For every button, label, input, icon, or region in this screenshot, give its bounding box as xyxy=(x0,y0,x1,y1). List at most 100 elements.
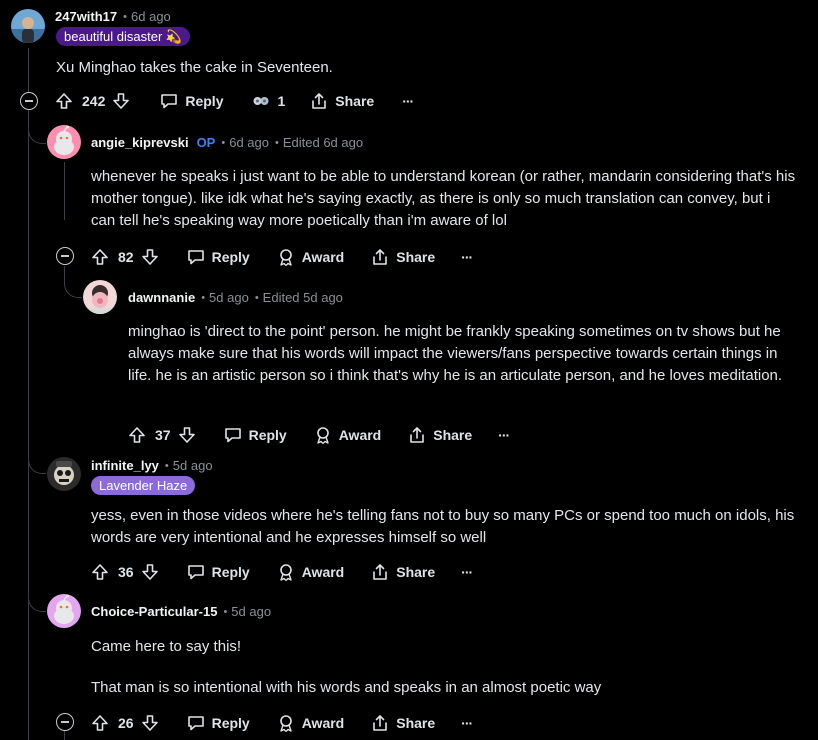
arrow-down-icon[interactable] xyxy=(140,713,160,733)
username[interactable]: dawnnanie xyxy=(128,290,195,305)
reply-label: Reply xyxy=(211,715,250,731)
award-button[interactable]: Award xyxy=(276,562,344,582)
award-ribbon-icon xyxy=(276,247,296,267)
share-label: Share xyxy=(335,93,375,109)
user-flair: beautiful disaster 💫 xyxy=(56,27,191,46)
arrow-up-icon[interactable] xyxy=(90,247,110,267)
vote-count: 37 xyxy=(155,427,171,443)
more-options-button[interactable]: ··· xyxy=(402,93,414,109)
share-icon xyxy=(370,247,390,267)
comment-body: Xu Minghao takes the cake in Seventeen. xyxy=(56,57,796,79)
comment-actions: 37 Reply Award Share ··· xyxy=(127,420,510,450)
more-options-button[interactable]: ··· xyxy=(461,249,473,265)
avatar[interactable] xyxy=(11,9,45,43)
edited-label: Edited 5d ago xyxy=(262,290,343,305)
share-label: Share xyxy=(396,715,436,731)
comment-paragraph: That man is so intentional with his word… xyxy=(91,679,602,696)
thread-line-level1 xyxy=(64,162,65,220)
award-button[interactable]: Award xyxy=(313,425,382,445)
separator-dot: • xyxy=(254,291,259,304)
share-icon xyxy=(370,562,390,582)
share-button[interactable]: Share xyxy=(370,713,435,733)
collapse-button[interactable] xyxy=(56,713,74,731)
speech-bubble-icon xyxy=(186,247,206,267)
thread-branch xyxy=(64,272,82,298)
reply-button[interactable]: Reply xyxy=(186,562,250,582)
award-label: Award xyxy=(301,715,345,731)
award-button[interactable]: 1 xyxy=(251,91,285,111)
more-options-button[interactable]: ··· xyxy=(461,564,473,580)
comment-meta: angie_kiprevski OP • 6d ago • Edited 6d … xyxy=(91,135,363,150)
separator-dot: • xyxy=(164,459,169,472)
separator-dot: • xyxy=(221,136,226,149)
arrow-up-icon[interactable] xyxy=(127,425,147,445)
award-icon xyxy=(251,91,271,111)
edited-label: Edited 6d ago xyxy=(282,135,364,150)
username[interactable]: angie_kiprevski xyxy=(91,135,189,150)
thread-branch xyxy=(28,586,46,612)
vote-count: 242 xyxy=(82,93,106,109)
award-ribbon-icon xyxy=(313,425,333,445)
reply-label: Reply xyxy=(248,427,287,443)
comment-paragraph: yess, even in those videos where he's te… xyxy=(91,507,795,546)
username[interactable]: 247with17 xyxy=(55,9,117,24)
share-label: Share xyxy=(396,564,436,580)
arrow-down-icon[interactable] xyxy=(140,247,160,267)
comment-meta: dawnnanie • 5d ago • Edited 5d ago xyxy=(128,290,343,305)
speech-bubble-icon xyxy=(186,562,206,582)
arrow-down-icon[interactable] xyxy=(140,562,160,582)
share-button[interactable]: Share xyxy=(370,562,435,582)
share-icon xyxy=(370,713,390,733)
award-button[interactable]: Award xyxy=(276,713,345,733)
more-options-button[interactable]: ··· xyxy=(498,427,510,443)
vote-count: 26 xyxy=(118,715,134,731)
collapse-button[interactable] xyxy=(20,92,38,110)
arrow-up-icon[interactable] xyxy=(90,562,110,582)
avatar[interactable] xyxy=(47,457,81,491)
vote-count: 82 xyxy=(118,249,134,265)
comment-actions: 36 Reply Award Share ··· xyxy=(90,557,473,587)
arrow-down-icon[interactable] xyxy=(111,91,131,111)
comment-body: Came here to say this! That man is so in… xyxy=(91,636,806,699)
arrow-down-icon[interactable] xyxy=(177,425,197,445)
reply-button[interactable]: Reply xyxy=(223,425,287,445)
timestamp[interactable]: 5d ago xyxy=(209,290,249,305)
share-button[interactable]: Share xyxy=(309,91,374,111)
comment-meta: Choice-Particular-15 • 5d ago xyxy=(91,604,271,619)
collapse-button[interactable] xyxy=(56,247,74,265)
avatar[interactable] xyxy=(47,594,81,628)
arrow-up-icon[interactable] xyxy=(90,713,110,733)
separator-dot: • xyxy=(223,605,228,618)
reply-label: Reply xyxy=(211,249,250,265)
award-label: Award xyxy=(338,427,382,443)
avatar[interactable] xyxy=(47,125,81,159)
username[interactable]: Choice-Particular-15 xyxy=(91,604,217,619)
arrow-up-icon[interactable] xyxy=(54,91,74,111)
comment-actions: 82 Reply Award Share ··· xyxy=(90,242,473,272)
reply-button[interactable]: Reply xyxy=(186,247,250,267)
timestamp[interactable]: 6d ago xyxy=(229,135,269,150)
award-button[interactable]: Award xyxy=(276,247,345,267)
reply-button[interactable]: Reply xyxy=(186,713,250,733)
flair-text: Lavender Haze xyxy=(99,478,188,493)
speech-bubble-icon xyxy=(186,713,206,733)
reply-button[interactable]: Reply xyxy=(159,91,223,111)
award-label: Award xyxy=(301,249,345,265)
more-options-button[interactable]: ··· xyxy=(461,715,473,731)
timestamp[interactable]: 5d ago xyxy=(173,458,213,473)
avatar[interactable] xyxy=(83,280,117,314)
comment-meta: infinite_lyy • 5d ago xyxy=(91,458,213,473)
share-button[interactable]: Share xyxy=(407,425,472,445)
timestamp[interactable]: 6d ago xyxy=(131,9,171,24)
comment-paragraph: whenever he speaks i just want to be abl… xyxy=(91,168,796,229)
user-flair: Lavender Haze xyxy=(91,476,196,495)
speech-bubble-icon xyxy=(159,91,179,111)
thread-line-root xyxy=(28,48,29,740)
timestamp[interactable]: 5d ago xyxy=(231,604,271,619)
award-ribbon-icon xyxy=(276,713,296,733)
comment-body: whenever he speaks i just want to be abl… xyxy=(91,166,796,232)
share-label: Share xyxy=(433,427,473,443)
share-button[interactable]: Share xyxy=(370,247,435,267)
username[interactable]: infinite_lyy xyxy=(91,458,159,473)
thread-branch xyxy=(28,448,46,474)
